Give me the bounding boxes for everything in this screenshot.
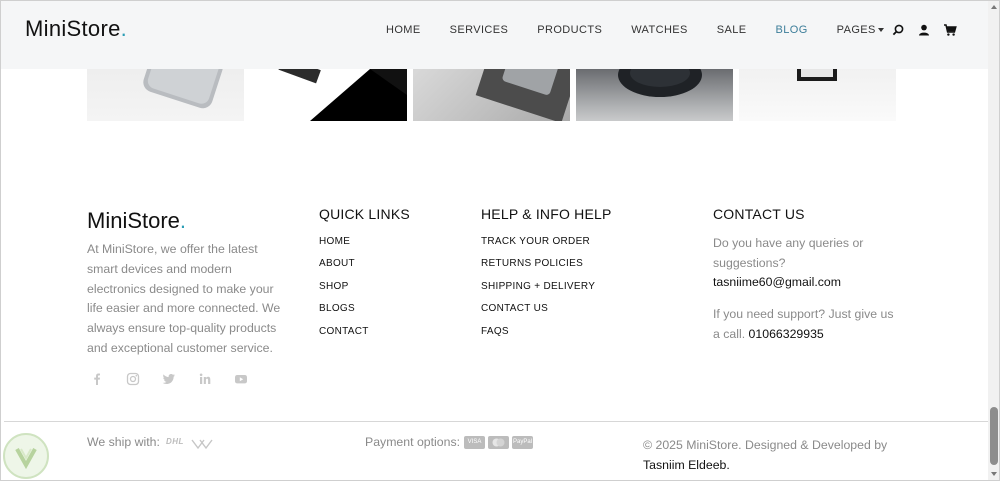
nav-products[interactable]: PRODUCTS [537, 24, 602, 36]
footer-link-faqs[interactable]: FAQS [481, 326, 595, 348]
developer-link[interactable]: Tasniim Eldeeb. [643, 458, 730, 472]
footer-link-contact[interactable]: CONTACT [319, 326, 369, 348]
nav-home[interactable]: HOME [386, 24, 421, 36]
help-info-title: HELP & INFO HELP [481, 206, 612, 222]
footer-link-returns[interactable]: RETURNS POLICIES [481, 258, 595, 280]
logo-dot: . [179, 208, 187, 233]
footer-logo[interactable]: MiniStore. [87, 208, 186, 234]
nav-pages-label: PAGES [836, 24, 876, 36]
gallery-image[interactable] [413, 69, 570, 121]
ship-label: We ship with: [87, 435, 160, 449]
contact-email-link[interactable]: tasniime60@gmail.com [713, 275, 841, 289]
footer-divider [4, 421, 988, 422]
chevron-down-icon [877, 28, 884, 33]
search-icon[interactable] [891, 23, 905, 37]
dhl-logo: DHL [166, 437, 184, 446]
gallery-image[interactable] [576, 69, 733, 121]
facebook-icon[interactable] [89, 372, 105, 386]
help-links-list: TRACK YOUR ORDER RETURNS POLICIES SHIPPI… [481, 236, 595, 348]
paypal-logo: PayPal [512, 436, 533, 449]
scroll-up-arrow-icon[interactable] [991, 5, 997, 9]
footer-link-about[interactable]: ABOUT [319, 258, 369, 280]
scrollbar-thumb[interactable] [990, 407, 998, 465]
contact-title: CONTACT US [713, 206, 805, 222]
youtube-icon[interactable] [233, 372, 249, 386]
footer-link-shop[interactable]: SHOP [319, 281, 369, 303]
main-nav: HOME SERVICES PRODUCTS WATCHES SALE BLOG… [386, 24, 913, 36]
footer-link-home[interactable]: HOME [319, 236, 369, 258]
contact-phone-link[interactable]: 01066329935 [749, 327, 824, 341]
browser-viewport: MiniStore. HOME SERVICES PRODUCTS WATCHE… [0, 0, 1000, 481]
instagram-gallery [87, 69, 896, 121]
social-links [89, 372, 249, 386]
copyright-label: © 2025 MiniStore. Designed & Developed b… [643, 438, 888, 452]
cart-icon[interactable] [943, 23, 957, 37]
contact-query-block: Do you have any queries or suggestions? … [713, 234, 903, 293]
vertical-scrollbar[interactable] [988, 1, 999, 480]
shipping-carrier-logo [190, 437, 214, 455]
header-logo-text: MiniStore [25, 16, 121, 41]
payment-label: Payment options: [365, 435, 461, 449]
footer-link-blogs[interactable]: BLOGS [319, 303, 369, 325]
footer-about-text: At MiniStore, we offer the latest smart … [87, 242, 281, 355]
nav-blog[interactable]: BLOG [776, 24, 808, 36]
scroll-down-arrow-icon[interactable] [991, 472, 997, 476]
gallery-image[interactable] [739, 69, 896, 121]
footer-link-track-order[interactable]: TRACK YOUR ORDER [481, 236, 595, 258]
logo-dot: . [120, 16, 128, 41]
visa-logo: VISA [464, 436, 485, 449]
mastercard-logo [488, 436, 509, 449]
contact-support-block: If you need support? Just give us a call… [713, 305, 903, 344]
floating-badge[interactable] [3, 433, 49, 479]
quick-links-list: HOME ABOUT SHOP BLOGS CONTACT [319, 236, 369, 348]
nav-sale[interactable]: SALE [717, 24, 747, 36]
nav-watches[interactable]: WATCHES [631, 24, 688, 36]
footer-logo-text: MiniStore [87, 208, 180, 233]
linkedin-icon[interactable] [197, 372, 213, 386]
nav-services[interactable]: SERVICES [450, 24, 509, 36]
header-logo[interactable]: MiniStore. [25, 16, 127, 42]
footer-link-shipping[interactable]: SHIPPING + DELIVERY [481, 281, 595, 303]
shipping-logos: DHL [166, 437, 214, 455]
contact-query-text: Do you have any queries or suggestions? [713, 236, 864, 270]
twitter-icon[interactable] [161, 372, 177, 386]
quick-links-title: QUICK LINKS [319, 206, 410, 222]
header-icons [891, 23, 957, 37]
user-icon[interactable] [917, 23, 931, 37]
navbar: MiniStore. HOME SERVICES PRODUCTS WATCHE… [1, 1, 988, 69]
instagram-icon[interactable] [125, 372, 141, 386]
gallery-image[interactable] [87, 69, 244, 121]
footer-link-contact-us[interactable]: CONTACT US [481, 303, 595, 325]
gallery-image[interactable] [250, 69, 407, 121]
nav-pages-dropdown[interactable]: PAGES [837, 24, 884, 36]
copyright-text: © 2025 MiniStore. Designed & Developed b… [643, 435, 903, 475]
payment-logos: VISA PayPal [464, 436, 533, 449]
